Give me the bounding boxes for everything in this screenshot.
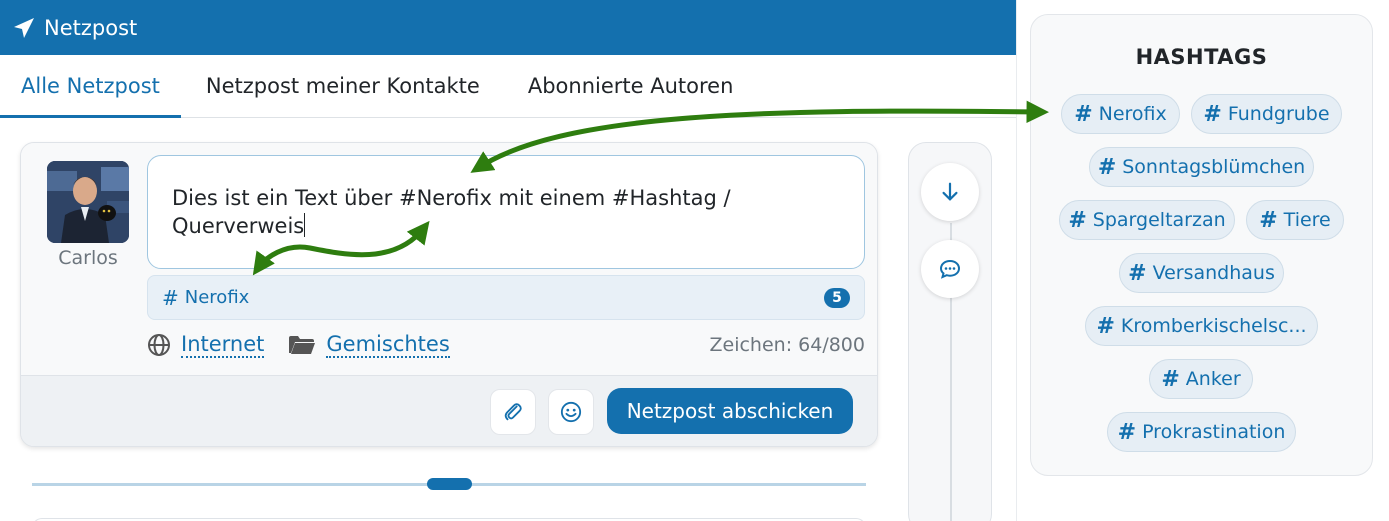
hash-icon: # — [1074, 101, 1093, 127]
hashtag-chip[interactable]: # Nerofix — [1061, 94, 1180, 134]
hashtag-chip[interactable]: # Versandhaus — [1119, 253, 1284, 293]
post-text: Dies ist ein Text über #Nerofix mit eine… — [172, 186, 731, 238]
category-selector[interactable]: Gemischtes — [288, 332, 450, 358]
hash-icon: # — [1128, 260, 1147, 286]
column-separator — [1016, 0, 1017, 521]
hashtags-panel: HASHTAGS — [1030, 14, 1373, 476]
tab-all-posts[interactable]: Alle Netzpost — [0, 55, 181, 118]
hashtag-chip[interactable]: # Anker — [1149, 359, 1253, 399]
folder-icon — [289, 336, 316, 354]
hash-icon: # — [1259, 207, 1278, 233]
composer-body: Carlos Dies ist ein Text über #Nerofix m… — [21, 143, 877, 375]
visibility-selector[interactable]: Internet — [147, 332, 265, 358]
hashtags-title: HASHTAGS — [1135, 45, 1268, 69]
suggestion-count-badge: 5 — [824, 287, 850, 308]
emoji-button[interactable] — [548, 389, 594, 435]
hashtag-chip[interactable]: # Sonntagsblümchen — [1089, 147, 1314, 187]
hash-icon: # — [1097, 154, 1117, 180]
hashtag-chip[interactable]: # Prokrastination — [1107, 412, 1296, 452]
visibility-link[interactable]: Internet — [181, 332, 265, 358]
hash-icon: # — [1096, 313, 1115, 339]
author-name: Carlos — [58, 247, 118, 269]
hash-icon: # — [1203, 101, 1222, 127]
category-link[interactable]: Gemischtes — [326, 332, 450, 358]
scroll-down-button[interactable] — [921, 163, 979, 221]
app-title: Netzpost — [44, 15, 138, 40]
hash-icon: # — [1068, 207, 1087, 233]
char-counter: Zeichen: 64/800 — [709, 334, 866, 356]
hashtag-suggestion[interactable]: # Nerofix 5 — [147, 275, 865, 320]
globe-icon — [148, 334, 170, 356]
suggestion-tag: Nerofix — [184, 287, 250, 308]
hashtag-chip[interactable]: # Tiere — [1246, 200, 1344, 240]
tab-subscribed-authors[interactable]: Abonnierte Autoren — [504, 55, 755, 117]
hash-icon: # — [1117, 419, 1137, 445]
tab-contacts-posts[interactable]: Netzpost meiner Kontakte — [181, 55, 504, 117]
arrow-down-icon — [942, 182, 958, 201]
hashtag-chip[interactable]: # Fundgrube — [1191, 94, 1342, 134]
paper-plane-icon — [14, 17, 34, 38]
hashtag-chip[interactable]: # Kromberkischelsc... — [1085, 306, 1318, 346]
app-header: Netzpost — [0, 0, 1016, 55]
comments-button[interactable] — [921, 240, 979, 298]
submit-post-button[interactable]: Netzpost abschicken — [607, 388, 853, 434]
smiley-icon — [560, 401, 582, 423]
hashtag-chip[interactable]: # Spargeltarzan — [1059, 200, 1235, 240]
timeline-rail — [908, 142, 992, 521]
comment-icon — [939, 259, 961, 279]
text-caret — [304, 213, 306, 237]
paperclip-icon — [504, 403, 522, 421]
hash-icon: # — [1161, 366, 1180, 392]
post-text-input[interactable]: Dies ist ein Text über #Nerofix mit eine… — [147, 155, 865, 269]
composer-meta: Internet Gemischtes Zeichen: 64/800 — [147, 329, 865, 361]
post-composer: Carlos Dies ist ein Text über #Nerofix m… — [20, 142, 878, 447]
avatar[interactable] — [47, 161, 129, 243]
divider-handle[interactable] — [427, 478, 472, 490]
attach-button[interactable] — [490, 389, 536, 435]
hash-icon: # — [162, 285, 179, 310]
avatar-image — [47, 161, 129, 243]
composer-footer: Netzpost abschicken — [21, 375, 877, 446]
feed-tabs: Alle Netzpost Netzpost meiner Kontakte A… — [0, 55, 1016, 118]
